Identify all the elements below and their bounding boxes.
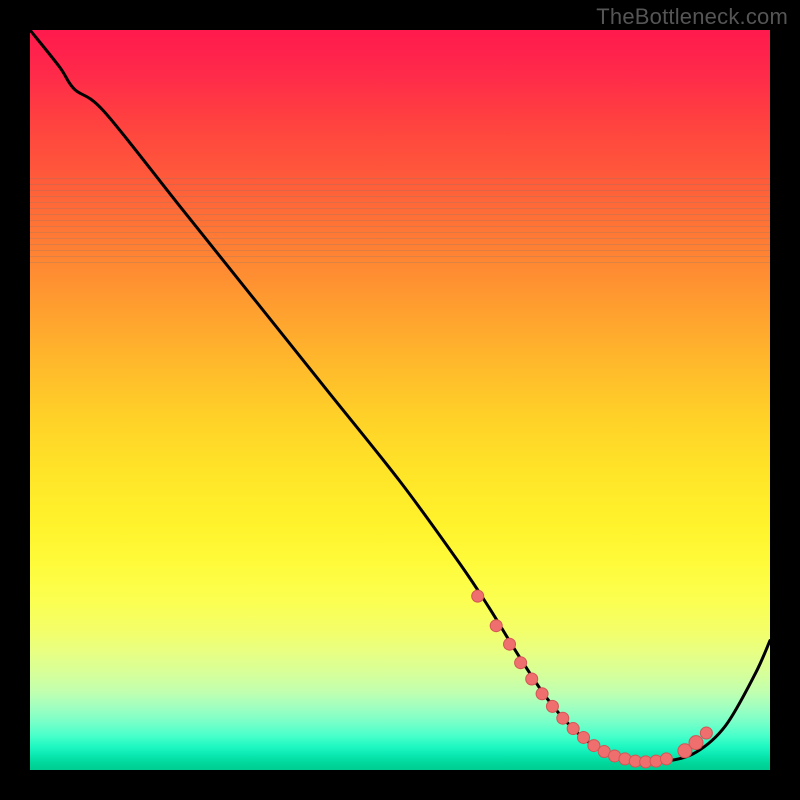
highlight-dot: [557, 712, 569, 724]
bottleneck-curve: [30, 30, 770, 762]
highlight-dot: [515, 657, 527, 669]
highlight-dot: [567, 723, 579, 735]
chart-frame: TheBottleneck.com: [0, 0, 800, 800]
highlight-dot: [660, 753, 672, 765]
highlight-dot: [578, 731, 590, 743]
highlight-dot: [526, 673, 538, 685]
plot-area: [30, 30, 770, 770]
highlight-dot: [700, 727, 712, 739]
chart-svg: [30, 30, 770, 770]
highlight-dot: [546, 700, 558, 712]
highlight-dot: [689, 736, 703, 750]
watermark-text: TheBottleneck.com: [596, 4, 788, 30]
highlight-dot: [472, 590, 484, 602]
highlight-dot: [536, 688, 548, 700]
highlight-dot: [504, 638, 516, 650]
highlight-dot: [490, 620, 502, 632]
